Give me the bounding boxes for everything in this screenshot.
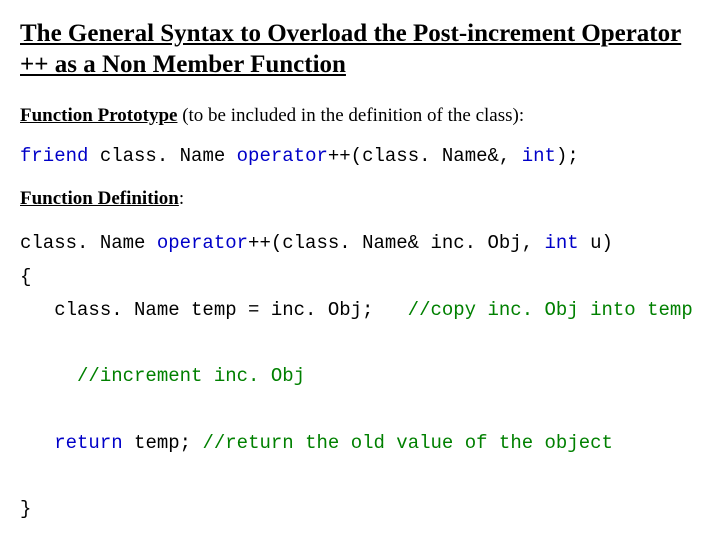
code-text: class. Name temp = inc. Obj;: [20, 299, 408, 321]
code-text: class. Name: [88, 145, 236, 167]
definition-heading: Function Definition:: [20, 186, 700, 212]
code-text: }: [20, 498, 31, 520]
keyword-int: int: [522, 145, 556, 167]
code-text: u): [579, 232, 613, 254]
code-text: class. Name: [20, 232, 157, 254]
code-text: ++(class. Name& inc. Obj,: [248, 232, 544, 254]
comment: //increment inc. Obj: [77, 365, 305, 387]
keyword-friend: friend: [20, 145, 88, 167]
prototype-heading: Function Prototype (to be included in th…: [20, 103, 700, 129]
prototype-label: Function Prototype: [20, 105, 177, 126]
definition-code: class. Name operator++(class. Name& inc.…: [20, 227, 700, 526]
code-text: {: [20, 266, 31, 288]
keyword-int: int: [545, 232, 579, 254]
keyword-operator: operator: [157, 232, 248, 254]
comment: //return the old value of the object: [202, 432, 612, 454]
code-text: [20, 365, 77, 387]
keyword-operator: operator: [237, 145, 328, 167]
keyword-return: return: [54, 432, 122, 454]
code-text: [20, 432, 54, 454]
prototype-rest: (to be included in the definition of the…: [177, 105, 524, 126]
code-text: temp;: [123, 432, 203, 454]
code-text: );: [556, 145, 579, 167]
comment: //copy inc. Obj into temp: [408, 299, 693, 321]
definition-label: Function Definition: [20, 188, 179, 209]
code-text: ++(class. Name&,: [328, 145, 522, 167]
prototype-code: friend class. Name operator++(class. Nam…: [20, 144, 700, 170]
definition-colon: :: [179, 188, 184, 209]
page-title: The General Syntax to Overload the Post-…: [20, 18, 700, 81]
